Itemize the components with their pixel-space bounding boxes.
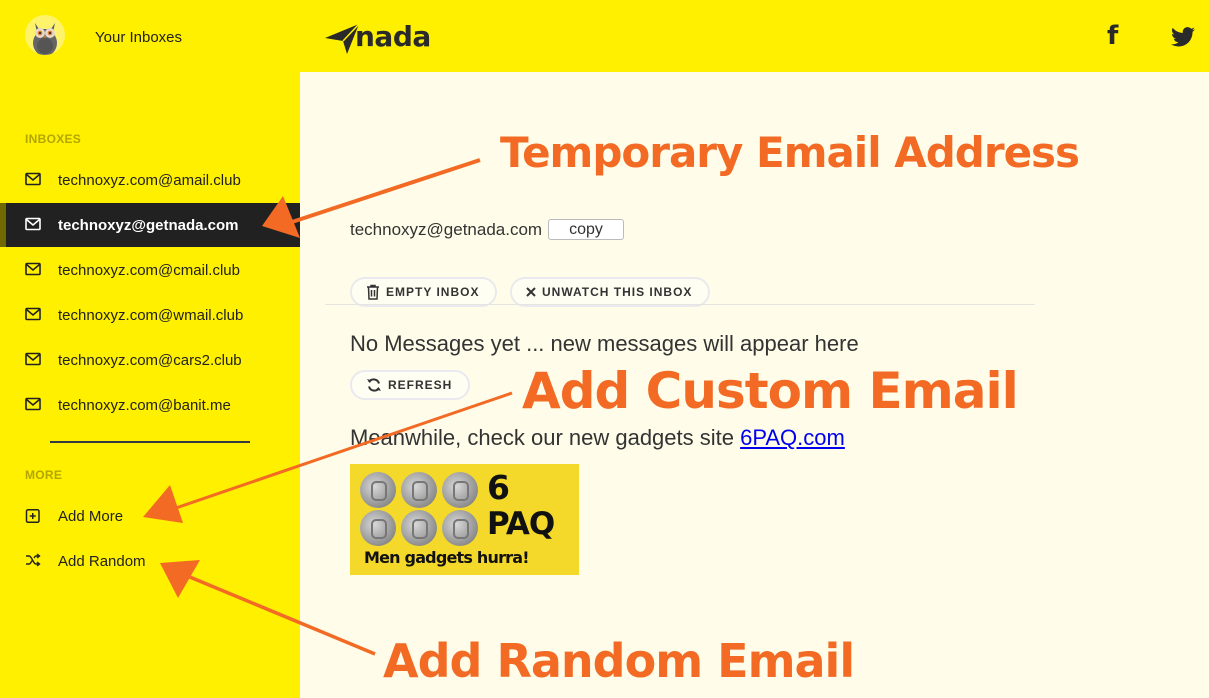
ad-tagline: Men gadgets hurra! bbox=[364, 548, 530, 567]
inbox-label: technoxyz.com@amail.club bbox=[58, 171, 241, 189]
trash-icon bbox=[367, 284, 379, 300]
add-more-button[interactable]: Add More bbox=[0, 494, 300, 538]
paper-plane-icon bbox=[325, 24, 359, 54]
current-email[interactable]: technoxyz@getnada.com bbox=[350, 220, 542, 240]
promo-text: Meanwhile, check our new gadgets site 6P… bbox=[350, 425, 845, 451]
inbox-label: technoxyz.com@cars2.club bbox=[58, 351, 242, 369]
nada-logo[interactable]: nada bbox=[325, 20, 431, 54]
mail-icon bbox=[25, 352, 41, 366]
toolbar-divider bbox=[325, 304, 1035, 305]
ad-title-line1: 6 bbox=[487, 468, 510, 507]
owl-avatar[interactable] bbox=[25, 15, 65, 55]
inbox-label: technoxyz.com@banit.me bbox=[58, 396, 231, 414]
add-random-label: Add Random bbox=[58, 552, 146, 570]
can-icon bbox=[360, 510, 396, 546]
refresh-label: REFRESH bbox=[388, 378, 453, 392]
unwatch-inbox-label: UNWATCH THIS INBOX bbox=[542, 285, 693, 299]
sidebar-inbox-item[interactable]: technoxyz.com@wmail.club bbox=[0, 293, 300, 337]
sidebar-inbox-item[interactable]: technoxyz.com@amail.club bbox=[0, 158, 300, 202]
annotation-random-email: Add Random Email bbox=[383, 634, 855, 688]
facebook-icon[interactable]: f bbox=[1107, 22, 1118, 50]
6paq-ad-banner[interactable]: 6 PAQ Men gadgets hurra! bbox=[350, 464, 579, 575]
mail-icon bbox=[25, 307, 41, 321]
annotation-temporary-email: Temporary Email Address bbox=[500, 128, 1080, 177]
add-random-button[interactable]: Add Random bbox=[0, 539, 300, 583]
promo-prefix: Meanwhile, check our new gadgets site bbox=[350, 425, 741, 450]
empty-inbox-label: EMPTY INBOX bbox=[386, 285, 480, 299]
mail-icon bbox=[25, 262, 41, 276]
close-icon bbox=[526, 287, 536, 297]
more-section-label: MORE bbox=[25, 468, 63, 482]
mail-icon bbox=[25, 217, 41, 231]
inbox-label: technoxyz.com@wmail.club bbox=[58, 306, 244, 324]
can-icon bbox=[442, 510, 478, 546]
promo-link[interactable]: 6PAQ.com bbox=[740, 425, 845, 450]
can-icon bbox=[360, 472, 396, 508]
sidebar-inbox-item-active[interactable]: technoxyz@getnada.com bbox=[0, 203, 300, 247]
your-inboxes-label[interactable]: Your Inboxes bbox=[95, 29, 182, 46]
sidebar-inbox-item[interactable]: technoxyz.com@cars2.club bbox=[0, 338, 300, 382]
current-email-row: technoxyz@getnada.com copy bbox=[350, 219, 624, 240]
can-icon bbox=[401, 472, 437, 508]
can-icon bbox=[442, 472, 478, 508]
logo-text: nada bbox=[355, 20, 431, 53]
copy-button[interactable]: copy bbox=[548, 219, 624, 240]
sidebar-divider bbox=[50, 441, 250, 443]
header-bar bbox=[300, 0, 1209, 72]
add-more-label: Add More bbox=[58, 507, 124, 525]
can-icon bbox=[401, 510, 437, 546]
unwatch-inbox-button[interactable]: UNWATCH THIS INBOX bbox=[510, 277, 711, 307]
shuffle-icon bbox=[26, 553, 41, 567]
inbox-label: technoxyz@getnada.com bbox=[58, 216, 239, 234]
inbox-label: technoxyz.com@cmail.club bbox=[58, 261, 240, 279]
ad-title-line2: PAQ bbox=[487, 506, 555, 542]
sidebar-inbox-item[interactable]: technoxyz.com@banit.me bbox=[0, 383, 300, 427]
refresh-icon bbox=[367, 378, 381, 392]
empty-state-message: No Messages yet ... new messages will ap… bbox=[350, 331, 859, 356]
plus-square-icon bbox=[25, 509, 40, 523]
mail-icon bbox=[25, 397, 41, 411]
twitter-icon[interactable] bbox=[1171, 27, 1195, 52]
refresh-button[interactable]: REFRESH bbox=[350, 370, 471, 400]
annotation-custom-email: Add Custom Email bbox=[522, 362, 1019, 420]
sidebar-inbox-item[interactable]: technoxyz.com@cmail.club bbox=[0, 248, 300, 292]
inboxes-section-label: INBOXES bbox=[25, 132, 82, 146]
mail-icon bbox=[25, 172, 41, 186]
empty-inbox-button[interactable]: EMPTY INBOX bbox=[350, 277, 498, 307]
